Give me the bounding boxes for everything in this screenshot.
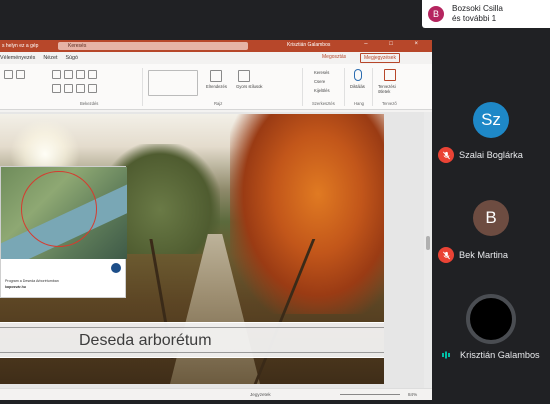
zoom-level[interactable]: 84% [408, 392, 417, 397]
find-button[interactable]: Keresés [314, 70, 329, 75]
titlebar-left-text: s helyn ez a gép [2, 43, 39, 49]
current-slide[interactable]: Program a Deseda Arborétumban kaposvár.h… [0, 114, 384, 384]
label-layout: Elrendezés [206, 84, 227, 89]
menu-view[interactable]: Nézet [43, 55, 57, 61]
group-paragraph: Bekezdés [80, 101, 99, 106]
ribbon-divider [302, 68, 303, 106]
ribbon-divider [372, 68, 373, 106]
slide-title-band: Deseda arborétum [0, 322, 384, 358]
dictate-button[interactable]: Diktálás [350, 84, 365, 89]
arrange-icon[interactable] [210, 70, 222, 82]
numbering-icon[interactable] [52, 70, 61, 79]
map-image [1, 167, 127, 259]
mic-off-icon [438, 147, 454, 163]
meeting-screen: B Bozsoki Csilla és további 1 s helyn ez… [0, 0, 550, 404]
font-color-icon[interactable] [4, 70, 13, 79]
label-quick-styles: Gyors stílusok [236, 84, 263, 89]
align-right-icon[interactable] [76, 84, 85, 93]
participant-name: Bek Martina [459, 250, 509, 260]
map-logo-icon [111, 263, 121, 273]
window-controls[interactable]: – □ × [364, 41, 428, 47]
participant-notification[interactable]: B Bozsoki Csilla és további 1 [422, 0, 550, 28]
group-voice: Hang [354, 101, 365, 106]
vertical-scrollbar[interactable] [424, 112, 432, 388]
mic-off-icon [438, 247, 454, 263]
zoom-slider[interactable] [340, 394, 400, 395]
slide-title: Deseda arborétum [79, 332, 212, 349]
ppt-menu-bar: Véleményezés Nézet Súgó Megosztás Megjeg… [0, 52, 432, 64]
design-ideas-button[interactable]: Tervezési ötletek [378, 84, 406, 94]
map-highlight-circle [21, 171, 97, 247]
justify-icon[interactable] [88, 84, 97, 93]
notification-line1: Bozsoki Csilla [452, 4, 503, 13]
group-drawing: Rajz [214, 101, 223, 106]
title-line-bottom [0, 352, 384, 353]
participant-avatar[interactable]: Sz [473, 102, 509, 138]
ppt-titlebar: s helyn ez a gép Keresés Krisztián Galam… [0, 40, 432, 52]
slide-canvas: Program a Deseda Arborétumban kaposvár.h… [0, 112, 432, 388]
align-left-icon[interactable] [52, 84, 61, 93]
group-designer: Tervezõ [382, 101, 397, 106]
notification-avatar: B [428, 6, 444, 22]
notes-button[interactable]: Jegyzetek [250, 392, 271, 397]
ppt-user-name[interactable]: Krisztián Galambos [287, 42, 330, 48]
shapes-gallery-icon[interactable] [148, 70, 198, 96]
speaking-indicator-icon [441, 350, 451, 360]
participants-panel: Sz Szalai Boglárka B Bek Martina Kriszti… [432, 40, 550, 404]
shared-powerpoint-window: s helyn ez a gép Keresés Krisztián Galam… [0, 40, 432, 400]
ribbon-divider [142, 68, 143, 106]
notification-line2: és további 1 [452, 14, 497, 23]
quick-styles-icon[interactable] [238, 70, 250, 82]
line-spacing-icon[interactable] [88, 70, 97, 79]
menu-review[interactable]: Véleményezés [0, 55, 35, 61]
participant-avatar[interactable]: B [473, 200, 509, 236]
participant-name: Krisztián Galambos [460, 350, 540, 360]
outdent-icon[interactable] [76, 70, 85, 79]
indent-icon[interactable] [64, 70, 73, 79]
microphone-icon[interactable] [354, 69, 362, 81]
participant-avatar-speaking[interactable] [466, 294, 516, 344]
select-button[interactable]: Kijelölés [314, 88, 330, 93]
bullets-icon[interactable] [16, 70, 25, 79]
replace-button[interactable]: Csere [314, 79, 325, 84]
participant-name: Szalai Boglárka [459, 150, 523, 160]
ppt-ribbon: Bekezdés Elrendezés Gyors stílusok Rajz … [0, 64, 432, 110]
ppt-statusbar: Jegyzetek 84% [0, 388, 432, 400]
map-card: Program a Deseda Arborétumban kaposvár.h… [0, 166, 127, 298]
comments-button[interactable]: Megjegyzések [360, 53, 400, 63]
designer-icon[interactable] [384, 69, 396, 81]
menu-help[interactable]: Súgó [65, 55, 78, 61]
ppt-search-box[interactable]: Keresés [58, 42, 248, 50]
group-editing: Szerkesztés [312, 101, 335, 106]
ribbon-divider [344, 68, 345, 106]
share-button[interactable]: Megosztás [322, 54, 346, 60]
scrollbar-thumb[interactable] [426, 236, 430, 250]
notification-text: Bozsoki Csilla és további 1 [452, 4, 503, 24]
title-line-top [0, 327, 384, 328]
align-center-icon[interactable] [64, 84, 73, 93]
map-caption-line2: kaposvár.hu [5, 285, 26, 289]
map-caption-line1: Program a Deseda Arborétumban [5, 279, 59, 283]
